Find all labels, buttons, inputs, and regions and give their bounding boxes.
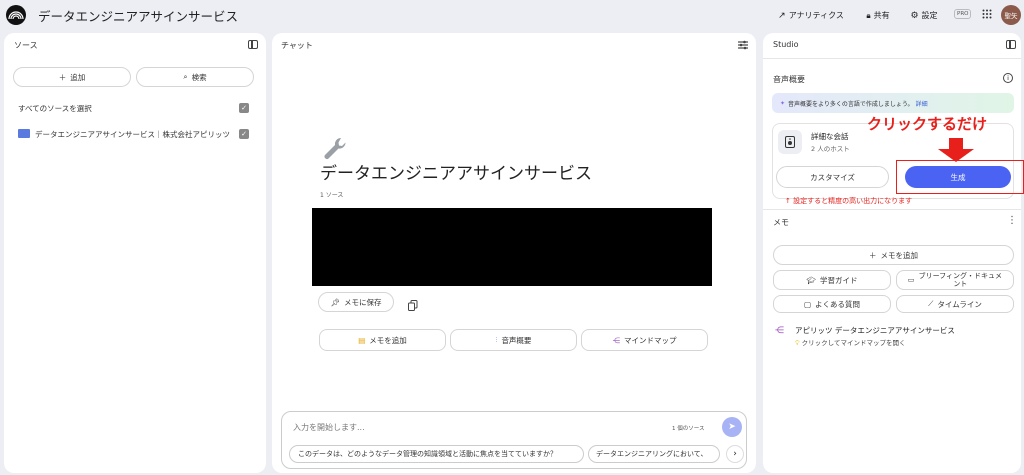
save-to-memo-label: メモに保存 (344, 297, 382, 307)
apps-grid-icon[interactable] (982, 9, 992, 19)
divider (763, 58, 1021, 59)
studio-panel: Studio 音声概要 i ✦ 音声概要をより多くの言語で作成しましょう。 詳細… (763, 33, 1024, 473)
notebook-title[interactable]: データエンジニアアサインサービス (38, 6, 238, 25)
more-vert-icon[interactable]: ⋮ (1007, 216, 1017, 226)
redacted-summary-block (312, 208, 712, 286)
copy-icon[interactable] (408, 296, 418, 311)
timeline-button[interactable]: ⟋ タイムライン (896, 295, 1014, 313)
waveform-icon: ⫶ (495, 335, 498, 344)
send-button[interactable]: ➤ (722, 417, 742, 437)
source-item-label[interactable]: データエンジニアアサインサービス｜株式会社アピリッツ (35, 129, 230, 140)
plus-icon: ＋ (869, 250, 877, 260)
plus-icon: ＋ (58, 72, 67, 82)
input-source-count: 1 個のソース (672, 426, 705, 432)
search-source-label: 検索 (191, 72, 207, 82)
analytics-button[interactable]: ↗ アナリティクス (772, 5, 850, 26)
chat-input[interactable]: 入力を開始します... (293, 422, 365, 433)
add-memo-action-label: メモを追加 (369, 335, 407, 345)
chat-title: チャット (281, 41, 313, 50)
add-memo-label: メモを追加 (880, 250, 919, 260)
search-source-button[interactable]: ⌕ 検索 (136, 67, 254, 87)
divider (763, 209, 1021, 210)
faq-label: よくある質問 (815, 299, 861, 309)
app-logo[interactable] (6, 5, 26, 25)
sparkle-icon: ✦ (780, 99, 786, 107)
study-guide-button[interactable]: 🎓︎ 学習ガイド (773, 270, 891, 290)
timeline-icon: ⟋ (928, 299, 934, 308)
add-memo-button[interactable]: ＋ メモを追加 (773, 245, 1014, 265)
source-count: 1 ソース (320, 192, 344, 199)
sources-title: ソース (14, 41, 38, 50)
gear-icon: ⚙ (910, 10, 919, 21)
banner-link[interactable]: 詳細 (916, 99, 928, 108)
audio-overview-action-button[interactable]: ⫶ 音声概要 (450, 329, 577, 351)
chat-bubble-icon: ▢ (803, 299, 812, 309)
settings-label: 設定 (921, 11, 938, 20)
speaker-icon (778, 130, 802, 154)
analytics-label: アナリティクス (788, 11, 844, 20)
mindmap-note-sub: 💡︎ クリックしてマインドマップを開く (795, 337, 905, 348)
source-item-checkbox[interactable]: ✓ (239, 129, 249, 139)
add-source-button[interactable]: ＋ 追加 (13, 67, 131, 87)
search-sparkle-icon: ⌕ (183, 72, 188, 81)
settings-button[interactable]: ⚙ 設定 (904, 5, 944, 26)
down-arrow-icon (938, 138, 974, 162)
lock-icon: 🔒︎ (866, 10, 871, 20)
suggestion-chip[interactable]: このデータは、どのようなデータ管理の知識領域と活動に焦点を当てていますか？ (289, 445, 584, 463)
mindmap-action-button[interactable]: ⋲ マインドマップ (581, 329, 708, 351)
audio-overview-title: 音声概要 (773, 75, 805, 84)
banner-text: 音声概要をより多くの言語で作成しましょう。 (788, 100, 914, 108)
pin-icon: 📌︎ (330, 297, 341, 307)
timeline-label: タイムライン (937, 299, 982, 309)
add-memo-action-button[interactable]: ▤ メモを追加 (319, 329, 446, 351)
customize-button[interactable]: カスタマイズ (776, 166, 889, 188)
mindmap-icon: ⋲ (775, 326, 784, 336)
conversation-sub: 2 人のホスト (811, 145, 850, 153)
studio-title: Studio (773, 40, 799, 49)
chat-panel: チャット データエンジニアアサインサービス 1 ソース 📌︎ メモに保存 ▤ メ… (272, 33, 756, 473)
school-icon: 🎓︎ (806, 275, 817, 285)
chevron-right-icon[interactable]: › (726, 445, 744, 463)
bulb-icon: 💡︎ (795, 339, 800, 347)
add-source-label: 追加 (70, 72, 86, 82)
document-icon: ▭ (907, 276, 915, 284)
pro-badge: PRO (954, 9, 972, 19)
highlight-box (896, 160, 1024, 194)
notebook-heading: データエンジニアアサインサービス (320, 164, 592, 184)
conversation-title: 詳細な会話 (811, 132, 849, 141)
study-guide-label: 学習ガイド (820, 275, 858, 285)
web-source-icon (18, 129, 30, 138)
select-all-label: すべてのソースを選択 (18, 104, 92, 113)
avatar[interactable]: 聖矢 (1001, 5, 1021, 25)
save-to-memo-button[interactable]: 📌︎ メモに保存 (318, 292, 394, 312)
mindmap-icon: ⋲ (612, 335, 621, 345)
mindmap-note-title[interactable]: アピリッツ データエンジニアアサインサービス (795, 325, 955, 336)
select-all-checkbox[interactable]: ✓ (239, 103, 249, 113)
briefing-doc-button[interactable]: ▭ ブリーフィング・ドキュメント (896, 270, 1014, 290)
mindmap-action-label: マインドマップ (624, 335, 677, 345)
collapse-panel-icon[interactable] (1006, 40, 1016, 49)
info-icon[interactable]: i (1003, 73, 1013, 83)
mindmap-note-sub-label: クリックしてマインドマップを開く (801, 339, 906, 347)
suggestion-chip[interactable]: データエンジニアリングにおいて、 (588, 445, 720, 463)
audio-overview-action-label: 音声概要 (501, 335, 532, 345)
tune-icon[interactable] (738, 40, 748, 50)
faq-button[interactable]: ▢ よくある質問 (773, 295, 891, 313)
share-label: 共有 (873, 11, 890, 20)
memo-doc-icon: ▤ (358, 335, 366, 345)
memo-title: メモ (773, 218, 789, 227)
briefing-doc-label: ブリーフィング・ドキュメント (918, 272, 1003, 288)
sources-panel: ソース ＋ 追加 ⌕ 検索 すべてのソースを選択 ✓ データエンジニアアサインサ… (4, 33, 266, 473)
collapse-panel-icon[interactable] (248, 40, 258, 49)
send-icon: ➤ (728, 422, 736, 432)
settings-note: ↑ 設定すると精度の高い出力になります (785, 197, 913, 205)
language-banner: ✦ 音声概要をより多くの言語で作成しましょう。 詳細 (772, 93, 1014, 113)
notebook-logo-icon (8, 11, 24, 20)
trending-up-icon: ↗ (778, 10, 786, 21)
share-button[interactable]: 🔒︎ 共有 (858, 5, 898, 26)
click-annotation: クリックするだけ (867, 115, 988, 133)
chat-input-box: 入力を開始します... 1 個のソース ➤ このデータは、どのようなデータ管理の… (281, 411, 747, 469)
